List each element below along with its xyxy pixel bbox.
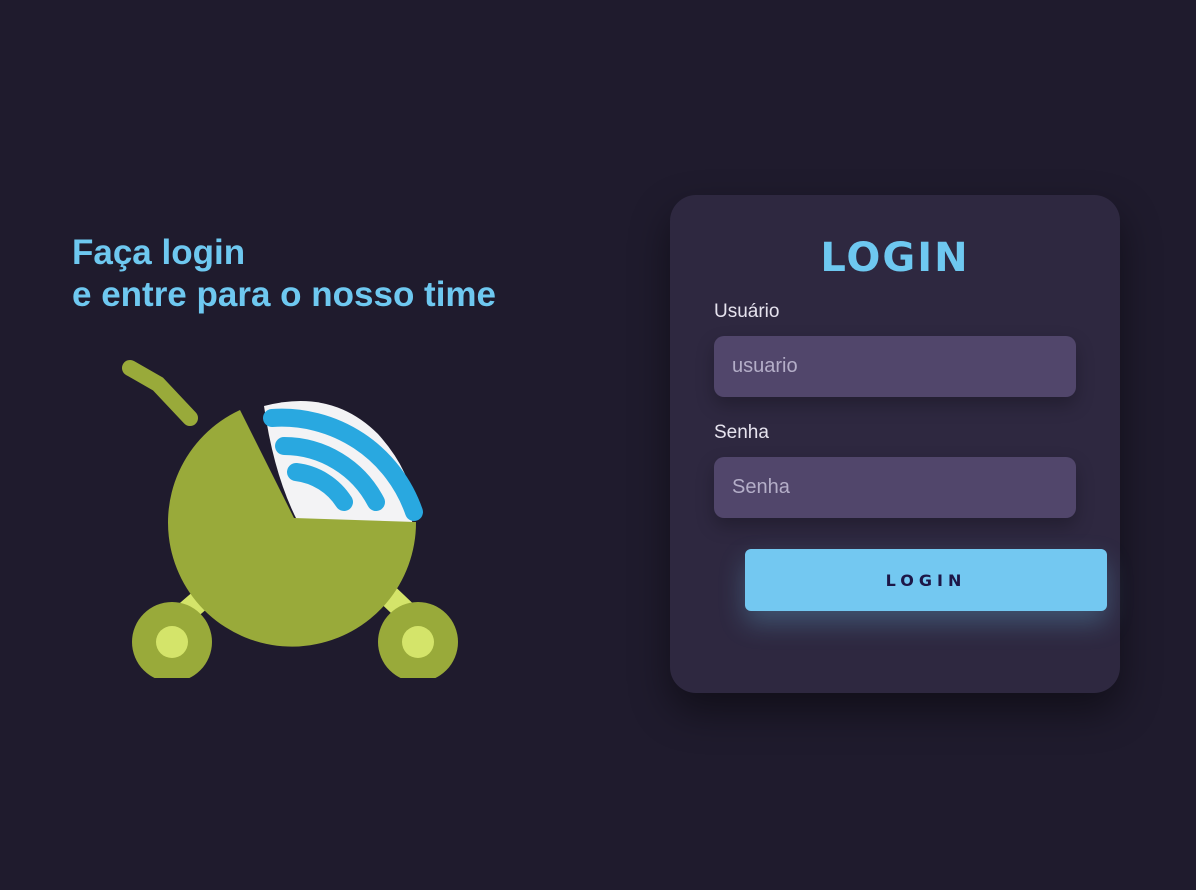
login-title: LOGIN	[820, 235, 970, 281]
hero-line-1: Faça login	[72, 233, 246, 272]
hero-headline: Faça login e entre para o nosso time	[72, 232, 496, 316]
password-input[interactable]	[714, 457, 1076, 518]
login-button[interactable]: LOGIN	[745, 549, 1107, 611]
stroller-wifi-logo-icon	[122, 360, 458, 678]
hero-line-2: e entre para o nosso time	[72, 275, 497, 314]
login-card: LOGIN Usuário Senha LOGIN	[670, 195, 1120, 693]
password-label: Senha	[714, 422, 769, 443]
username-input[interactable]	[714, 336, 1076, 397]
hero-section: Faça login e entre para o nosso time	[72, 232, 496, 316]
login-page: Faça login e entre para o nosso time LOG…	[0, 0, 1196, 890]
username-label: Usuário	[714, 301, 780, 322]
